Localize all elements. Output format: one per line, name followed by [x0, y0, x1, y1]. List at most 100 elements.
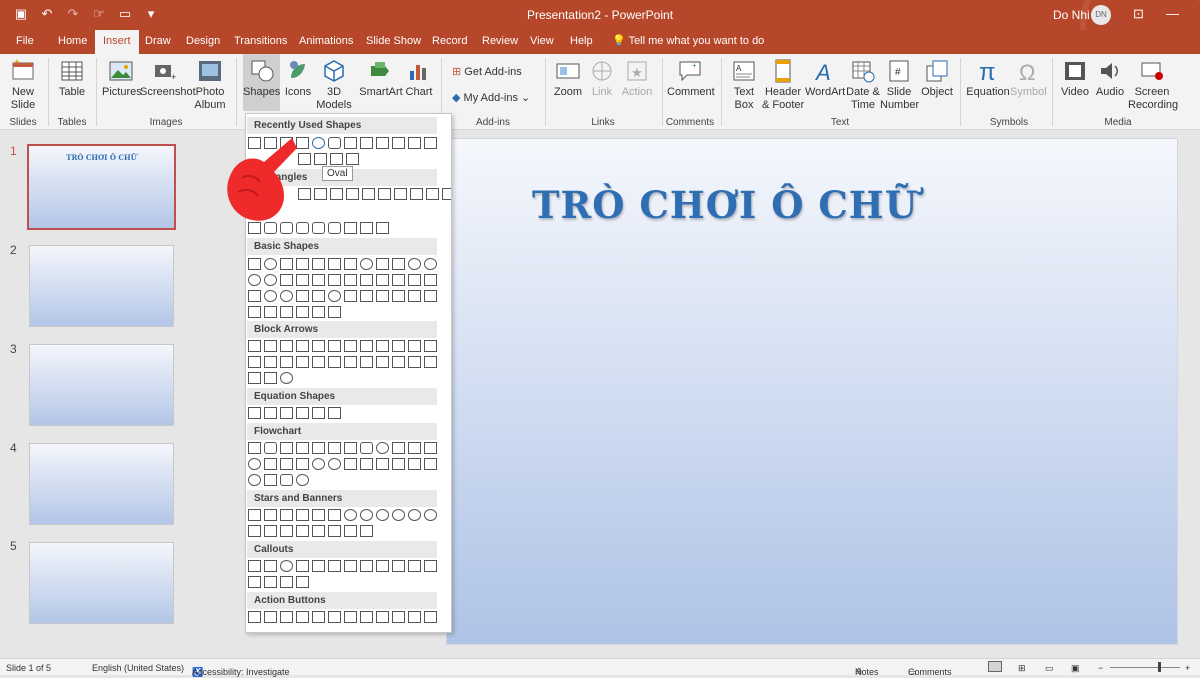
shape-item[interactable] — [328, 407, 341, 419]
shape-item[interactable] — [280, 458, 293, 470]
screen-recording-button[interactable]: Screen Recording — [1128, 58, 1178, 112]
shape-item[interactable] — [248, 442, 261, 454]
shape-item[interactable] — [312, 274, 325, 286]
shape-item[interactable] — [280, 474, 293, 486]
shape-item[interactable] — [298, 188, 311, 200]
shape-item[interactable] — [344, 442, 357, 454]
customize-qat-icon[interactable]: ▾ — [138, 6, 164, 22]
redo-icon[interactable]: ↷ — [60, 6, 86, 22]
shape-item[interactable] — [426, 188, 439, 200]
shape-item[interactable] — [392, 137, 405, 149]
shape-item[interactable] — [296, 274, 309, 286]
tab-insert[interactable]: Insert — [95, 30, 139, 54]
shape-item[interactable] — [376, 290, 389, 302]
shape-item[interactable] — [312, 258, 325, 270]
shape-item[interactable] — [248, 356, 261, 368]
oval-shape[interactable] — [312, 137, 325, 149]
action-button-item[interactable] — [360, 611, 373, 623]
shape-item[interactable] — [360, 222, 373, 234]
shape-item[interactable] — [296, 560, 309, 572]
tab-design[interactable]: Design — [186, 35, 220, 47]
shape-item[interactable] — [328, 509, 341, 521]
zoom-button[interactable]: Zoom — [552, 58, 584, 99]
shape-item[interactable] — [344, 525, 357, 537]
chart-button[interactable]: Chart — [405, 58, 433, 99]
pictures-button[interactable]: Pictures — [102, 58, 142, 99]
shape-item[interactable] — [280, 442, 293, 454]
shape-item[interactable] — [296, 509, 309, 521]
tab-view[interactable]: View — [530, 35, 554, 47]
shape-item[interactable] — [328, 525, 341, 537]
slide-thumbnail-1[interactable]: TRÒ CHƠI Ô CHỮ — [27, 144, 176, 230]
shape-item[interactable] — [392, 560, 405, 572]
shape-item[interactable] — [280, 576, 293, 588]
action-button-item[interactable] — [344, 611, 357, 623]
shape-item[interactable] — [408, 458, 421, 470]
shape-item[interactable] — [248, 407, 261, 419]
shape-item[interactable] — [408, 137, 421, 149]
shape-item[interactable] — [312, 560, 325, 572]
star-shape[interactable] — [346, 153, 359, 165]
shape-item[interactable] — [328, 458, 341, 470]
shape-item[interactable] — [328, 258, 341, 270]
shape-item[interactable] — [264, 372, 277, 384]
shape-item[interactable] — [378, 188, 391, 200]
table-button[interactable]: Table — [56, 58, 88, 99]
shape-item[interactable] — [344, 340, 357, 352]
slide-thumbnail-2[interactable] — [29, 245, 174, 327]
shape-item[interactable] — [328, 290, 341, 302]
slide-sorter-button[interactable]: ⊞ — [1018, 663, 1026, 674]
text-box-button[interactable]: A Text Box — [728, 58, 760, 112]
shape-item[interactable] — [410, 188, 423, 200]
shape-item[interactable] — [344, 458, 357, 470]
shape-item[interactable] — [280, 290, 293, 302]
zoom-slider[interactable] — [1110, 667, 1180, 668]
shape-item[interactable] — [424, 509, 437, 521]
zoom-slider-thumb[interactable] — [1158, 662, 1161, 672]
shape-item[interactable] — [424, 290, 437, 302]
shape-item[interactable] — [330, 188, 343, 200]
shape-item[interactable] — [376, 274, 389, 286]
shape-item[interactable] — [376, 222, 389, 234]
shape-item[interactable] — [264, 442, 277, 454]
shape-item[interactable] — [296, 222, 309, 234]
shape-item[interactable] — [264, 576, 277, 588]
shape-item[interactable] — [312, 525, 325, 537]
save-icon[interactable]: ▣ — [8, 6, 34, 22]
shape-item[interactable] — [360, 274, 373, 286]
ribbon-display-icon[interactable]: ⊡ — [1133, 6, 1144, 22]
shape-item[interactable] — [248, 340, 261, 352]
slide-thumbnail-4[interactable] — [29, 443, 174, 525]
shape-item[interactable] — [344, 290, 357, 302]
tab-review[interactable]: Review — [482, 35, 518, 47]
shape-item[interactable] — [248, 474, 261, 486]
shape-item[interactable] — [264, 407, 277, 419]
shape-item[interactable] — [264, 525, 277, 537]
shape-item[interactable] — [424, 560, 437, 572]
shape-item[interactable] — [264, 290, 277, 302]
shape-item[interactable] — [328, 560, 341, 572]
shape-item[interactable] — [264, 274, 277, 286]
shape-item[interactable] — [392, 340, 405, 352]
action-button-item[interactable] — [264, 611, 277, 623]
shape-item[interactable] — [280, 509, 293, 521]
tab-file[interactable]: File — [16, 35, 34, 47]
action-button-item[interactable] — [296, 611, 309, 623]
shape-item[interactable] — [264, 509, 277, 521]
tab-home[interactable]: Home — [58, 35, 87, 47]
shape-item[interactable] — [280, 306, 293, 318]
action-button-item[interactable] — [424, 611, 437, 623]
link-button[interactable]: Link — [588, 58, 616, 99]
action-button-item[interactable] — [280, 611, 293, 623]
action-button-item[interactable] — [408, 611, 421, 623]
touch-mode-icon[interactable]: ☞ — [86, 6, 112, 22]
photo-album-button[interactable]: Photo Album — [192, 58, 228, 112]
shape-item[interactable] — [328, 356, 341, 368]
shape-item[interactable] — [248, 560, 261, 572]
shape-item[interactable] — [312, 509, 325, 521]
shape-item[interactable] — [296, 407, 309, 419]
slide-canvas[interactable]: TRÒ CHƠI Ô CHỮ — [446, 138, 1178, 645]
shape-item[interactable] — [280, 340, 293, 352]
shape-item[interactable] — [408, 274, 421, 286]
shape-item[interactable] — [344, 137, 357, 149]
